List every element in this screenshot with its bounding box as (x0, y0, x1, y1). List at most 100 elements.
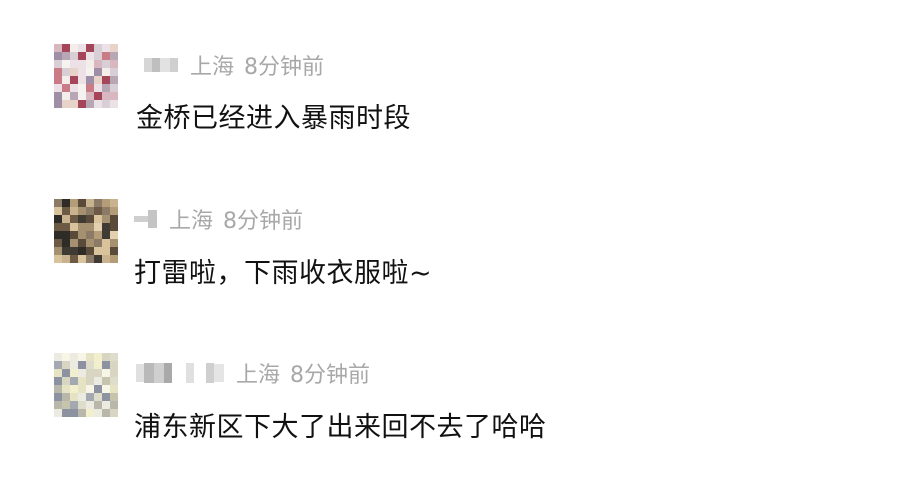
avatar-pixel (94, 377, 102, 385)
avatar-pixel (102, 199, 110, 207)
avatar-pixel (110, 215, 118, 223)
avatar-pixel (102, 84, 110, 92)
blurred-username[interactable] (144, 58, 178, 72)
comment-time: 8分钟前 (290, 363, 371, 388)
avatar-pixel (110, 369, 118, 377)
avatar-pixel (94, 353, 102, 361)
avatar-pixel (70, 401, 78, 409)
avatar-pixel (70, 215, 78, 223)
avatar-pixel (70, 231, 78, 239)
avatar-pixel (78, 52, 86, 60)
avatar-pixel (94, 239, 102, 247)
avatar[interactable] (54, 44, 118, 108)
comment-time: 8分钟前 (244, 55, 325, 80)
avatar-pixel (102, 369, 110, 377)
avatar-pixel (54, 76, 62, 84)
avatar-pixel (62, 409, 70, 417)
avatar-pixel (78, 369, 86, 377)
avatar-pixel (70, 393, 78, 401)
avatar-pixel (70, 100, 78, 108)
avatar-pixel (78, 361, 86, 369)
comment-text: 金桥已经进入暴雨时段 (136, 103, 411, 134)
avatar-pixel (86, 92, 94, 100)
avatar-pixel (78, 68, 86, 76)
avatar-pixel (70, 377, 78, 385)
avatar-pixel (78, 353, 86, 361)
avatar-pixel (70, 199, 78, 207)
avatar-pixel (94, 44, 102, 52)
avatar-pixel (86, 76, 94, 84)
comment-meta: 上海 8分钟前 (134, 204, 303, 234)
avatar-pixel (86, 68, 94, 76)
blurred-username[interactable] (136, 363, 224, 383)
avatar-pixel (54, 393, 62, 401)
comment-meta: 上海 8分钟前 (136, 358, 370, 388)
avatar-pixel (54, 215, 62, 223)
avatar-pixel (94, 68, 102, 76)
avatar-pixel (102, 52, 110, 60)
avatar-pixel (54, 369, 62, 377)
avatar-pixel (86, 215, 94, 223)
avatar-pixel (70, 369, 78, 377)
avatar[interactable] (54, 199, 118, 263)
avatar-pixel (54, 52, 62, 60)
avatar-pixel (86, 247, 94, 255)
avatar-pixel (62, 68, 70, 76)
avatar-pixel (78, 76, 86, 84)
avatar-pixel (78, 385, 86, 393)
comment-text: 浦东新区下大了出来回不去了哈哈 (134, 412, 547, 443)
avatar-pixel (94, 401, 102, 409)
avatar-pixel (94, 409, 102, 417)
avatar-pixel (54, 60, 62, 68)
avatar-pixel (102, 76, 110, 84)
avatar-pixel (62, 385, 70, 393)
avatar-pixel (78, 409, 86, 417)
avatar-pixel (86, 84, 94, 92)
avatar-pixel (86, 353, 94, 361)
avatar-pixel (62, 255, 70, 263)
comment-location: 上海 (236, 363, 281, 388)
avatar-pixel (102, 353, 110, 361)
avatar-pixel (94, 393, 102, 401)
avatar-pixel (102, 44, 110, 52)
avatar-pixel (102, 385, 110, 393)
avatar-pixel (78, 231, 86, 239)
avatar-pixel (94, 92, 102, 100)
avatar-pixel (70, 247, 78, 255)
avatar-pixel (70, 385, 78, 393)
avatar-pixel (86, 199, 94, 207)
avatar-pixel (86, 100, 94, 108)
avatar-pixel (94, 207, 102, 215)
avatar-pixel (54, 92, 62, 100)
avatar-pixel (102, 68, 110, 76)
avatar-pixel (110, 223, 118, 231)
avatar-pixel (70, 409, 78, 417)
avatar-pixel (54, 385, 62, 393)
avatar-pixel (78, 255, 86, 263)
avatar-pixel (78, 84, 86, 92)
avatar-pixel (110, 207, 118, 215)
blurred-username[interactable] (134, 210, 157, 228)
avatar-pixel (86, 369, 94, 377)
avatar-pixel (54, 199, 62, 207)
avatar-pixel (110, 68, 118, 76)
avatar-pixel (62, 401, 70, 409)
avatar-pixel (94, 52, 102, 60)
avatar-pixel (78, 92, 86, 100)
avatar-pixel (86, 401, 94, 409)
avatar-pixel (110, 76, 118, 84)
avatar-pixel (102, 223, 110, 231)
avatar[interactable] (54, 353, 118, 417)
avatar-pixel (70, 255, 78, 263)
avatar-pixel (94, 215, 102, 223)
avatar-pixel (110, 52, 118, 60)
avatar-pixel (70, 353, 78, 361)
avatar-pixel (102, 361, 110, 369)
avatar-pixel (102, 255, 110, 263)
avatar-pixel (86, 239, 94, 247)
avatar-pixel (110, 84, 118, 92)
avatar-pixel (78, 239, 86, 247)
avatar-pixel (102, 92, 110, 100)
avatar-pixel (110, 377, 118, 385)
avatar-pixel (110, 92, 118, 100)
